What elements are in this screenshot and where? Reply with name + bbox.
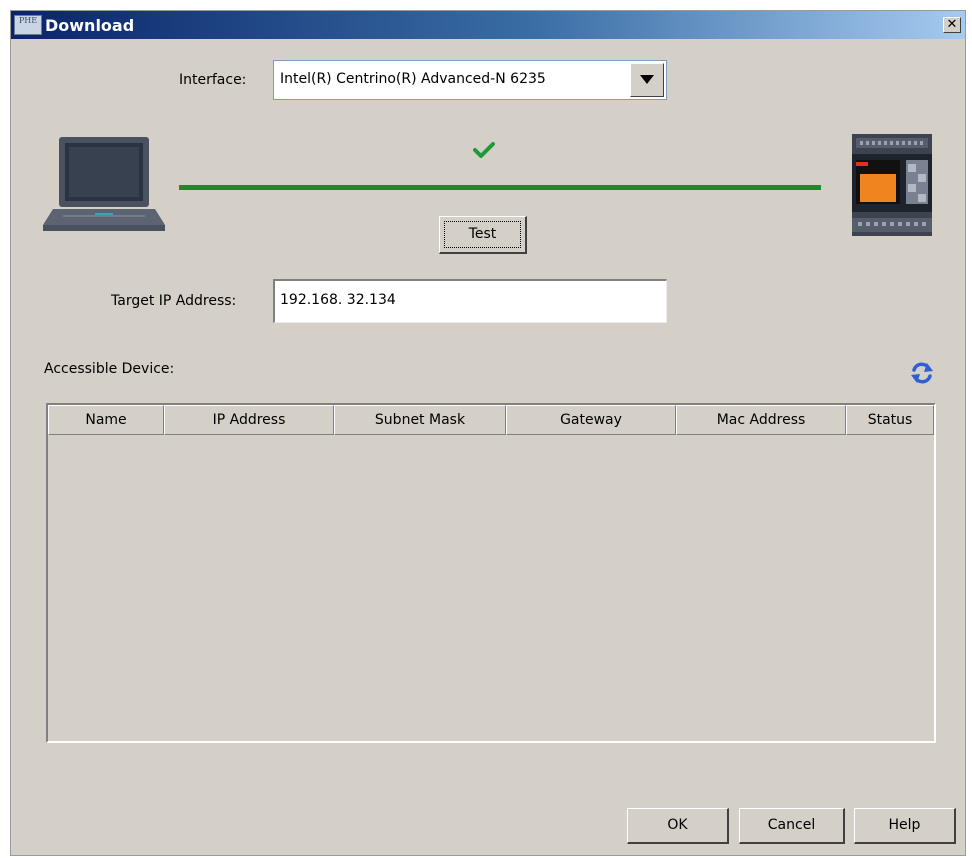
interface-select[interactable]: Intel(R) Centrino(R) Advanced-N 6235	[273, 60, 667, 100]
plc-device-icon	[852, 134, 932, 236]
column-header-name[interactable]: Name	[48, 405, 164, 435]
close-button[interactable]: ✕	[943, 17, 961, 33]
column-header-subnet-mask[interactable]: Subnet Mask	[334, 405, 506, 435]
app-icon: PHE	[14, 15, 42, 35]
app-icon-text: PHE	[18, 16, 38, 25]
close-icon: ✕	[946, 17, 958, 32]
target-ip-input[interactable]: 192.168. 32.134	[273, 279, 667, 323]
test-button[interactable]: Test	[439, 216, 527, 254]
help-button-label: Help	[888, 817, 921, 833]
interface-label: Interface:	[179, 72, 247, 88]
column-header-gateway[interactable]: Gateway	[506, 405, 676, 435]
connection-line	[179, 185, 821, 190]
target-ip-value: 192.168. 32.134	[280, 292, 396, 308]
ok-button-label: OK	[667, 817, 688, 833]
ok-button[interactable]: OK	[627, 808, 729, 844]
column-header-status[interactable]: Status	[846, 405, 934, 435]
laptop-icon	[43, 137, 165, 231]
cancel-button[interactable]: Cancel	[739, 808, 845, 844]
devices-table[interactable]: Name IP Address Subnet Mask Gateway Mac …	[46, 403, 936, 743]
column-header-ip-address[interactable]: IP Address	[164, 405, 334, 435]
window-title: Download	[45, 16, 135, 35]
test-button-label: Test	[468, 226, 497, 242]
interface-dropdown-button[interactable]	[630, 63, 664, 97]
target-ip-label: Target IP Address:	[111, 293, 237, 309]
title-bar[interactable]: PHE Download ✕	[11, 11, 965, 39]
interface-select-value: Intel(R) Centrino(R) Advanced-N 6235	[280, 71, 546, 87]
help-button[interactable]: Help	[854, 808, 956, 844]
cancel-button-label: Cancel	[767, 817, 816, 833]
accessible-device-label: Accessible Device:	[44, 361, 175, 377]
refresh-icon[interactable]	[909, 361, 935, 385]
download-dialog: PHE Download ✕ Interface: Intel(R) Centr…	[10, 10, 966, 856]
table-header: Name IP Address Subnet Mask Gateway Mac …	[48, 405, 934, 435]
check-icon	[473, 142, 495, 158]
column-header-mac-address[interactable]: Mac Address	[676, 405, 846, 435]
dropdown-arrow-icon	[640, 75, 654, 84]
